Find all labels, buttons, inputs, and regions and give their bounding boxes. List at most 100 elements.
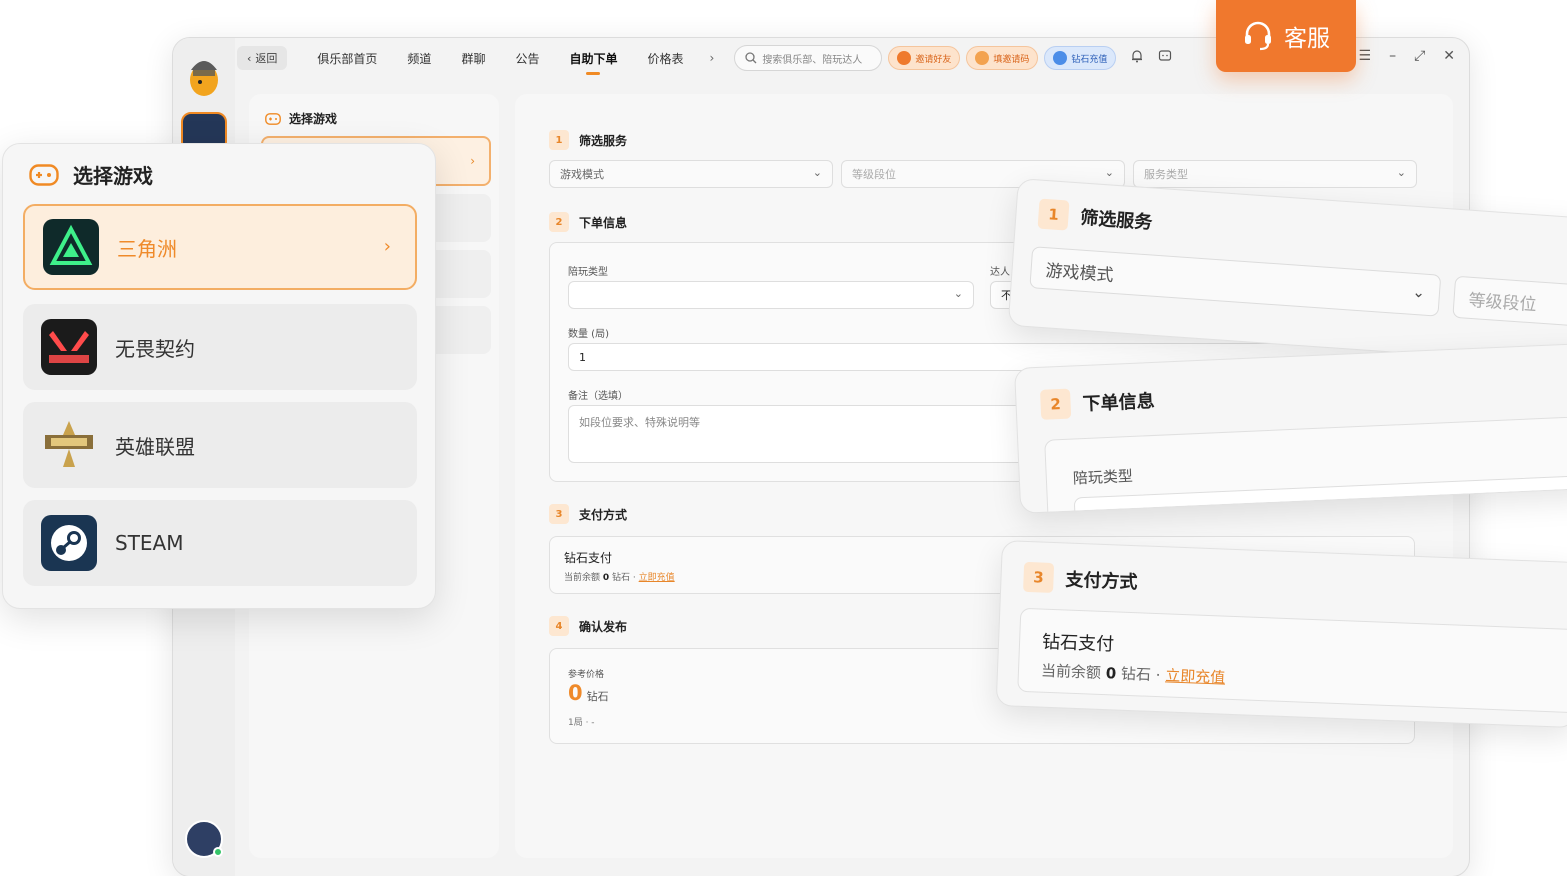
chevron-down-icon: ⌄ bbox=[812, 166, 822, 179]
back-button[interactable]: ‹ 返回 bbox=[237, 46, 288, 70]
balance-unit: 钻石 · bbox=[1120, 664, 1161, 685]
avatar[interactable] bbox=[185, 820, 223, 858]
minimize-icon[interactable]: – bbox=[1389, 48, 1396, 64]
step-title: 确认发布 bbox=[579, 619, 628, 634]
chevron-down-icon: ⌄ bbox=[1411, 282, 1426, 302]
floating-step: 3 支付方式 bbox=[1023, 561, 1138, 596]
bell-icon[interactable] bbox=[1130, 49, 1144, 67]
game-item-steam[interactable]: STEAM bbox=[23, 500, 417, 586]
game-name: 无畏契约 bbox=[115, 336, 195, 361]
floating-game-mode-dropdown[interactable]: 游戏模式 ⌄ bbox=[1029, 246, 1442, 317]
customer-service-button[interactable]: 客服 bbox=[1216, 0, 1356, 72]
step-number: 1 bbox=[549, 130, 569, 150]
game-item-lol[interactable]: 英雄联盟 bbox=[23, 402, 417, 488]
price-line: 0 钻石 bbox=[568, 681, 609, 705]
nav-price-list[interactable]: 价格表 bbox=[647, 50, 683, 67]
price-label: 参考价格 bbox=[568, 670, 605, 680]
game-name: STEAM bbox=[115, 531, 184, 555]
companion-type-dropdown[interactable]: ⌄ bbox=[568, 281, 974, 309]
headset-icon bbox=[1245, 21, 1271, 51]
step-title: 筛选服务 bbox=[579, 133, 628, 148]
gamepad-icon bbox=[265, 112, 281, 125]
companion-type-label: 陪玩类型 bbox=[1072, 466, 1134, 488]
gamepad-icon bbox=[29, 163, 59, 186]
chevron-down-icon: ⌄ bbox=[1396, 166, 1406, 179]
window-controls: ☰ – ⤢ ✕ bbox=[1359, 48, 1456, 64]
menu-icon[interactable]: ☰ bbox=[1359, 48, 1372, 64]
customer-service-label: 客服 bbox=[1284, 26, 1330, 52]
step-number: 3 bbox=[1023, 561, 1055, 593]
step-number: 2 bbox=[549, 212, 569, 232]
game-card-title: 选择游戏 bbox=[73, 164, 153, 188]
diamond-recharge-button[interactable]: 钻石充值 bbox=[1044, 46, 1117, 70]
payment-method: 钻石支付 bbox=[564, 551, 613, 565]
step-title: 筛选服务 bbox=[1079, 207, 1153, 234]
floating-payment-card: 3 支付方式 钻石支付 当前余额 0 钻石 · 立即充值 bbox=[995, 540, 1567, 729]
league-of-legends-icon bbox=[41, 417, 97, 473]
balance-prefix: 当前余额 bbox=[1040, 661, 1102, 682]
invite-friends-button[interactable]: 邀请好友 bbox=[888, 46, 961, 70]
chevron-down-icon: ⌄ bbox=[953, 287, 963, 300]
companion-type-label: 陪玩类型 bbox=[568, 267, 608, 278]
quantity-label: 数量 (局) bbox=[568, 329, 609, 340]
back-label: 返回 bbox=[255, 52, 278, 65]
step-payment: 3 支付方式 bbox=[549, 504, 627, 524]
search-input[interactable]: 搜索俱乐部、陪玩达人 bbox=[734, 45, 883, 71]
expert-label: 达人 bbox=[990, 267, 1010, 278]
balance-line: 当前余额 0 钻石 · 立即充值 bbox=[564, 570, 675, 583]
recharge-link[interactable]: 立即充值 bbox=[1165, 666, 1226, 686]
balance-value: 0 bbox=[1105, 664, 1117, 683]
balance-line: 当前余额 0 钻石 · 立即充值 bbox=[1041, 660, 1226, 688]
step-number: 3 bbox=[549, 504, 569, 524]
balance-unit: 钻石 · bbox=[612, 573, 636, 583]
diamond-recharge-label: 钻石充值 bbox=[1071, 54, 1108, 65]
game-item-valorant[interactable]: 无畏契约 bbox=[23, 304, 417, 390]
chat-icon[interactable] bbox=[1158, 49, 1172, 67]
dropdown-value: 等级段位 bbox=[1467, 290, 1538, 315]
search-icon bbox=[745, 52, 757, 64]
nav-more-icon[interactable]: › bbox=[710, 51, 715, 65]
diamond-icon bbox=[1053, 51, 1068, 65]
price-note: 1局 · - bbox=[568, 718, 595, 728]
service-type-dropdown[interactable]: 服务类型 ⌄ bbox=[1133, 160, 1417, 188]
dropdown-value: 游戏模式 bbox=[560, 168, 604, 181]
floating-order-info-inner: 陪玩类型 bbox=[1044, 415, 1567, 514]
payment-method: 钻石支付 bbox=[1041, 631, 1115, 656]
step-title: 支付方式 bbox=[579, 507, 628, 522]
close-icon[interactable]: ✕ bbox=[1443, 48, 1455, 64]
step-number: 4 bbox=[549, 616, 569, 636]
balance-prefix: 当前余额 bbox=[564, 573, 601, 583]
pen-icon bbox=[975, 51, 990, 65]
step-order-info: 2 下单信息 bbox=[549, 212, 627, 232]
step-title: 支付方式 bbox=[1065, 569, 1138, 594]
note-placeholder: 如段位要求、特殊说明等 bbox=[579, 416, 700, 429]
game-card-header: 选择游戏 bbox=[29, 160, 153, 189]
nav-group-chat[interactable]: 群聊 bbox=[461, 50, 485, 67]
floating-payment-inner[interactable]: 钻石支付 当前余额 0 钻石 · 立即充值 bbox=[1017, 607, 1567, 714]
invite-code-label: 填邀请码 bbox=[993, 54, 1030, 65]
floating-rank-dropdown[interactable]: 等级段位 bbox=[1452, 275, 1567, 329]
chevron-down-icon: ⌄ bbox=[1104, 166, 1114, 179]
floating-step: 2 下单信息 bbox=[1039, 385, 1155, 420]
invite-code-button[interactable]: 填邀请码 bbox=[966, 46, 1039, 70]
game-name: 英雄联盟 bbox=[115, 434, 195, 459]
nav-channel[interactable]: 频道 bbox=[407, 50, 431, 67]
valorant-icon bbox=[41, 319, 97, 375]
online-status-dot bbox=[213, 847, 223, 857]
game-mode-dropdown[interactable]: 游戏模式 ⌄ bbox=[549, 160, 833, 188]
game-item-delta[interactable]: 三角洲 › bbox=[23, 204, 417, 290]
chevron-right-icon: › bbox=[470, 154, 475, 168]
dropdown-value: 服务类型 bbox=[1144, 168, 1188, 181]
nav-announcement[interactable]: 公告 bbox=[515, 50, 539, 67]
step-confirm: 4 确认发布 bbox=[549, 616, 627, 636]
step-number: 2 bbox=[1039, 388, 1072, 420]
game-name: 三角洲 bbox=[117, 236, 177, 261]
panel-header: 选择游戏 bbox=[265, 110, 337, 127]
maximize-icon[interactable]: ⤢ bbox=[1414, 48, 1425, 64]
nav-self-order[interactable]: 自助下单 bbox=[569, 50, 617, 75]
nav-club-home[interactable]: 俱乐部首页 bbox=[317, 50, 377, 67]
recharge-link[interactable]: 立即充值 bbox=[639, 573, 675, 583]
stage: ‹ 返回 俱乐部首页 频道 群聊 公告 自助下单 价格表 › 搜索俱乐部、陪玩达… bbox=[0, 0, 1567, 876]
invite-friends-label: 邀请好友 bbox=[915, 54, 952, 65]
price-unit: 钻石 bbox=[586, 690, 609, 703]
